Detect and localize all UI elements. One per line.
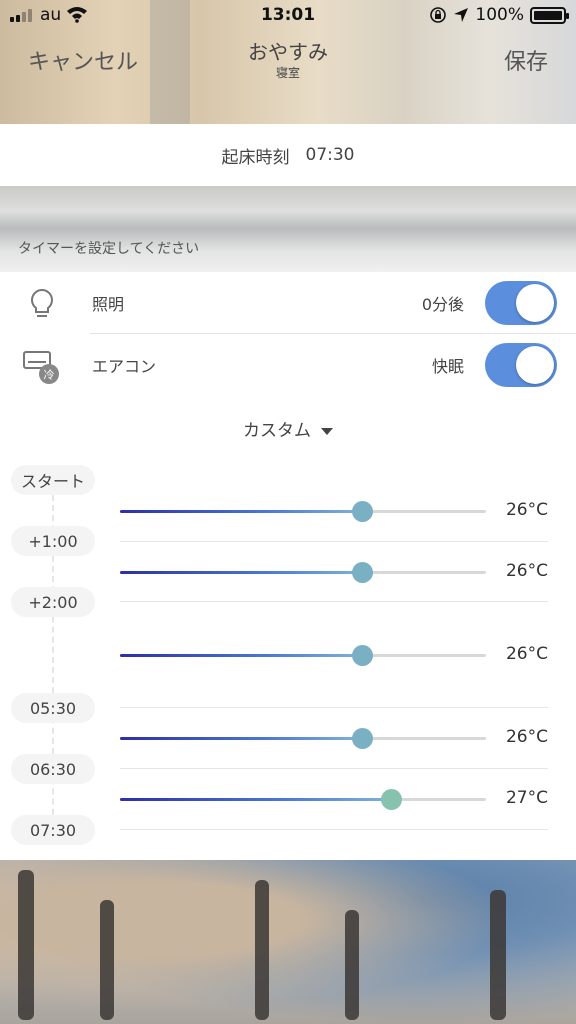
temperature-slider-row: 26°C xyxy=(120,708,550,770)
save-button[interactable]: 保存 xyxy=(504,44,548,76)
temperature-value: 26°C xyxy=(505,644,548,664)
slider-thumb[interactable] xyxy=(352,645,373,666)
slider-fill xyxy=(120,737,362,740)
background-photo-bottom xyxy=(0,860,576,1024)
aircon-toggle[interactable] xyxy=(485,343,557,387)
temperature-value: 26°C xyxy=(505,561,548,581)
status-bar: au 13:01 100% xyxy=(0,0,576,30)
device-row-aircon: 冷 エアコン 快眠 xyxy=(0,334,576,396)
temperature-slider[interactable] xyxy=(120,645,486,666)
aircon-cool-icon: 冷 xyxy=(23,351,59,384)
divider xyxy=(120,601,548,602)
temperature-value: 26°C xyxy=(505,500,548,520)
temperature-slider-row: 26°C xyxy=(120,625,550,687)
device-name: 照明 xyxy=(92,295,125,314)
slider-thumb[interactable] xyxy=(381,789,402,810)
timeline-label: +1:00 xyxy=(11,526,95,556)
slider-fill xyxy=(120,510,362,513)
temperature-slider-row: 26°C xyxy=(120,542,550,604)
page-title: おやすみ xyxy=(248,40,328,64)
toggle-knob xyxy=(516,346,554,384)
temperature-slider[interactable] xyxy=(120,501,486,522)
temperature-slider[interactable] xyxy=(120,728,486,749)
device-value[interactable]: 0分後 xyxy=(422,291,464,315)
temperature-slider[interactable] xyxy=(120,789,486,810)
temperature-slider-row: 27°C xyxy=(120,769,550,831)
mode-dropdown[interactable]: カスタム xyxy=(0,416,576,441)
battery-percent: 100% xyxy=(475,5,524,25)
divider xyxy=(120,829,548,830)
device-row-light: 照明 0分後 xyxy=(0,272,576,334)
timeline-label: +2:00 xyxy=(11,587,95,617)
slider-fill xyxy=(120,654,362,657)
slider-thumb[interactable] xyxy=(352,562,373,583)
timeline-label: 06:30 xyxy=(11,754,95,784)
timeline-label: 07:30 xyxy=(11,815,95,845)
wake-time-value: 07:30 xyxy=(305,145,355,165)
temperature-value: 26°C xyxy=(505,727,548,747)
mode-label: カスタム xyxy=(243,421,311,441)
rotation-lock-icon xyxy=(430,7,447,23)
page-subtitle: 寝室 xyxy=(275,66,300,80)
aircon-mode-badge: 冷 xyxy=(44,369,55,382)
slider-fill xyxy=(120,798,391,801)
location-arrow-icon xyxy=(454,8,469,22)
slider-fill xyxy=(120,571,362,574)
timeline-label: 05:30 xyxy=(11,693,95,723)
device-name: エアコン xyxy=(92,357,157,376)
temperature-slider-row: 26°C xyxy=(120,481,550,543)
toggle-knob xyxy=(516,284,554,322)
slider-thumb[interactable] xyxy=(352,501,373,522)
slider-thumb[interactable] xyxy=(352,728,373,749)
wake-time-label: 起床時刻 xyxy=(221,147,290,168)
chevron-down-icon xyxy=(321,427,333,435)
battery-icon xyxy=(530,6,569,24)
temperature-slider[interactable] xyxy=(120,562,486,583)
device-value[interactable]: 快眠 xyxy=(432,353,464,377)
timeline-label: スタート xyxy=(11,465,95,495)
timer-hint: タイマーを設定してください xyxy=(18,241,200,257)
temperature-value: 27°C xyxy=(505,788,548,808)
lightbulb-icon xyxy=(31,288,53,317)
light-toggle[interactable] xyxy=(485,281,557,325)
wake-time-selector[interactable]: 起床時刻 07:30 xyxy=(0,124,576,186)
